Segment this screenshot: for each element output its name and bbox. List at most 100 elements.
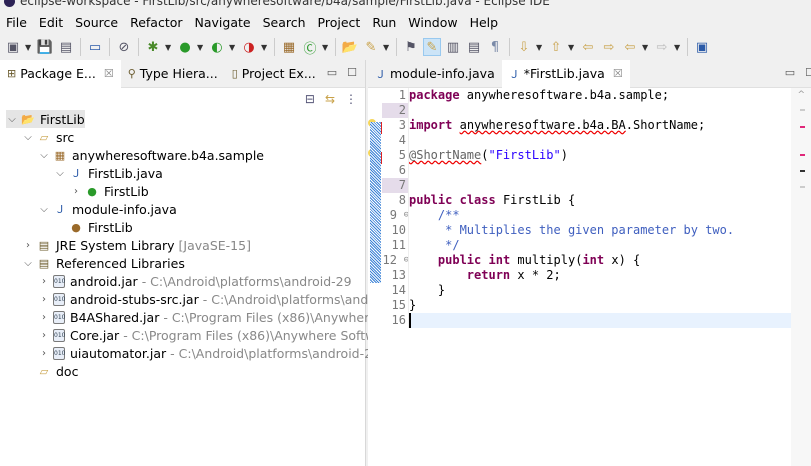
minimize-icon[interactable]: ▭ bbox=[327, 66, 337, 79]
chevron-icon[interactable]: › bbox=[38, 312, 50, 323]
mark-occurrences-icon[interactable]: ✎ bbox=[423, 38, 441, 56]
tree-item[interactable]: ● FirstLib bbox=[54, 218, 133, 236]
maximize-icon[interactable]: ☐ bbox=[805, 66, 811, 79]
tab-label: Project Ex... bbox=[241, 66, 316, 81]
menu-window[interactable]: Window bbox=[402, 13, 463, 33]
back-dropdown[interactable]: ▼ bbox=[642, 43, 650, 52]
menu-help[interactable]: Help bbox=[464, 13, 505, 33]
tab-project-explorer[interactable]: ▯ Project Ex... bbox=[225, 60, 323, 88]
next-annotation-icon[interactable]: ⇩ bbox=[515, 38, 533, 56]
coverage-icon[interactable]: ◐ bbox=[208, 38, 226, 56]
chevron-icon[interactable]: › bbox=[38, 348, 50, 359]
editor-tab[interactable]: Ｊ *FirstLib.java ☒ bbox=[501, 59, 630, 88]
current-line[interactable] bbox=[409, 313, 791, 328]
tree-item[interactable]: ⌵ ▤ Referenced Libraries bbox=[22, 254, 185, 272]
tree-item[interactable]: › 010 android-stubs-src.jar - C:\Android\pl… bbox=[38, 290, 405, 308]
back-icon[interactable]: ⇦ bbox=[621, 38, 639, 56]
scroll-up-icon[interactable]: ^ bbox=[797, 90, 805, 100]
close-icon[interactable]: ☒ bbox=[104, 67, 114, 80]
menu-refactor[interactable]: Refactor bbox=[124, 13, 188, 33]
code-editor[interactable]: package anywheresoftware.b4a.sample; imp… bbox=[408, 88, 791, 328]
view-menu-icon[interactable]: ⋮ bbox=[345, 92, 357, 106]
run-icon[interactable]: ● bbox=[176, 38, 194, 56]
chevron-icon[interactable]: ⌵ bbox=[38, 204, 50, 215]
tree-item[interactable]: ⌵ 📂 FirstLib bbox=[6, 110, 85, 128]
maximize-icon[interactable]: ☐ bbox=[347, 66, 357, 79]
chevron-icon[interactable]: › bbox=[38, 276, 50, 287]
tree-item-label: doc bbox=[56, 363, 79, 379]
tab-type-hierarchy[interactable]: ⚲ Type Hiera... bbox=[121, 60, 225, 88]
block-selection-icon[interactable]: ▥ bbox=[444, 38, 462, 56]
tree-item[interactable]: › 010 Core.jar - C:\Program Files (x86)\Any… bbox=[38, 326, 416, 344]
menu-search[interactable]: Search bbox=[257, 13, 312, 33]
pin-editor-icon[interactable]: ▣ bbox=[693, 38, 711, 56]
menu-file[interactable]: File bbox=[0, 13, 33, 33]
overview-ruler[interactable]: ^ bbox=[791, 88, 811, 466]
chevron-icon[interactable]: › bbox=[38, 294, 50, 305]
new-class-dropdown[interactable]: ▼ bbox=[322, 43, 330, 52]
link-with-editor-icon[interactable]: ⇆ bbox=[325, 92, 335, 106]
menu-source[interactable]: Source bbox=[69, 13, 124, 33]
chevron-icon[interactable]: ⌵ bbox=[22, 258, 34, 269]
skip-breakpoints-icon[interactable]: ⊘ bbox=[115, 38, 133, 56]
open-hierarchy-icon[interactable]: ⚑ bbox=[402, 38, 420, 56]
close-icon[interactable]: ☒ bbox=[613, 67, 623, 80]
save-all-icon[interactable]: ▤ bbox=[57, 38, 75, 56]
tree-item[interactable]: ⌵ Ｊ FirstLib.java bbox=[54, 164, 163, 182]
menu-run[interactable]: Run bbox=[366, 13, 402, 33]
previous-annotation-dropdown[interactable]: ▼ bbox=[568, 43, 576, 52]
tree-item[interactable]: › 010 B4AShared.jar - C:\Program Files (x86… bbox=[38, 308, 416, 326]
forward-edit-icon[interactable]: ⇨ bbox=[600, 38, 618, 56]
previous-annotation-icon[interactable]: ⇧ bbox=[547, 38, 565, 56]
separator bbox=[109, 38, 110, 56]
chevron-icon[interactable]: ⌵ bbox=[22, 132, 34, 143]
chevron-icon[interactable]: › bbox=[22, 240, 34, 251]
run-dropdown[interactable]: ▼ bbox=[197, 43, 205, 52]
tree-item[interactable]: › 010 uiautomator.jar - C:\Android\platform… bbox=[38, 344, 380, 362]
search-dropdown[interactable]: ▼ bbox=[383, 43, 391, 52]
tree-item[interactable]: ▱ doc bbox=[22, 362, 79, 380]
save-icon[interactable]: 💾 bbox=[36, 38, 54, 56]
tree-item[interactable]: ⌵ Ｊmodule-info.java bbox=[38, 200, 177, 218]
tab-label: module-info.java bbox=[390, 66, 495, 81]
chevron-icon[interactable]: ⌵ bbox=[54, 168, 66, 179]
new-class-icon[interactable]: Ⓒ bbox=[301, 38, 319, 57]
collapse-all-icon[interactable]: ⊟ bbox=[305, 92, 315, 106]
java-file-icon: Ｊ bbox=[375, 67, 386, 81]
show-whitespace-icon[interactable]: ▤ bbox=[465, 38, 483, 56]
forward-icon[interactable]: ⇨ bbox=[653, 38, 671, 56]
chevron-icon[interactable]: ⌵ bbox=[6, 114, 18, 125]
terminal-icon[interactable]: ▭ bbox=[86, 38, 104, 56]
external-tools-icon[interactable]: ◑ bbox=[240, 38, 258, 56]
chevron-icon[interactable]: › bbox=[38, 330, 50, 341]
coverage-dropdown[interactable]: ▼ bbox=[229, 43, 237, 52]
chevron-icon[interactable]: ⌵ bbox=[38, 150, 50, 161]
tree-item[interactable]: ⌵ ▱ src bbox=[22, 128, 74, 146]
next-annotation-dropdown[interactable]: ▼ bbox=[536, 43, 544, 52]
menu-project[interactable]: Project bbox=[312, 13, 367, 33]
open-type-icon[interactable]: 📂 bbox=[341, 38, 359, 56]
menu-navigate[interactable]: Navigate bbox=[189, 13, 257, 33]
tree-item[interactable]: › 010 android.jar - C:\Android\platforms\an… bbox=[38, 272, 352, 290]
debug-dropdown[interactable]: ▼ bbox=[165, 43, 173, 52]
tree-item[interactable]: › ▤ JRE System Library [JavaSE-15] bbox=[22, 236, 251, 254]
new-dropdown[interactable]: ▼ bbox=[25, 43, 33, 52]
external-tools-dropdown[interactable]: ▼ bbox=[261, 43, 269, 52]
forward-dropdown[interactable]: ▼ bbox=[674, 43, 682, 52]
minimize-icon[interactable]: ▭ bbox=[785, 66, 795, 79]
separator bbox=[396, 38, 397, 56]
last-edit-icon[interactable]: ⇦ bbox=[579, 38, 597, 56]
search-icon[interactable]: ✎ bbox=[362, 38, 380, 56]
new-package-icon[interactable]: ▦ bbox=[280, 38, 298, 56]
line-number: 15 bbox=[391, 298, 406, 312]
editor-tab[interactable]: Ｊmodule-info.java bbox=[368, 60, 502, 88]
chevron-icon[interactable]: › bbox=[70, 186, 82, 197]
menu-edit[interactable]: Edit bbox=[33, 13, 69, 33]
tree-item[interactable]: › ● FirstLib bbox=[70, 182, 149, 200]
tree-item-label: JRE System Library bbox=[56, 237, 175, 253]
pilcrow-icon[interactable]: ¶ bbox=[486, 38, 504, 56]
tree-item[interactable]: ⌵ ▦ anywheresoftware.b4a.sample bbox=[38, 146, 264, 164]
new-icon[interactable]: ▣ bbox=[4, 38, 22, 56]
tab-package-explorer[interactable]: ⊞ Package E... ☒ bbox=[0, 59, 121, 88]
debug-icon[interactable]: ✱ bbox=[144, 38, 162, 56]
